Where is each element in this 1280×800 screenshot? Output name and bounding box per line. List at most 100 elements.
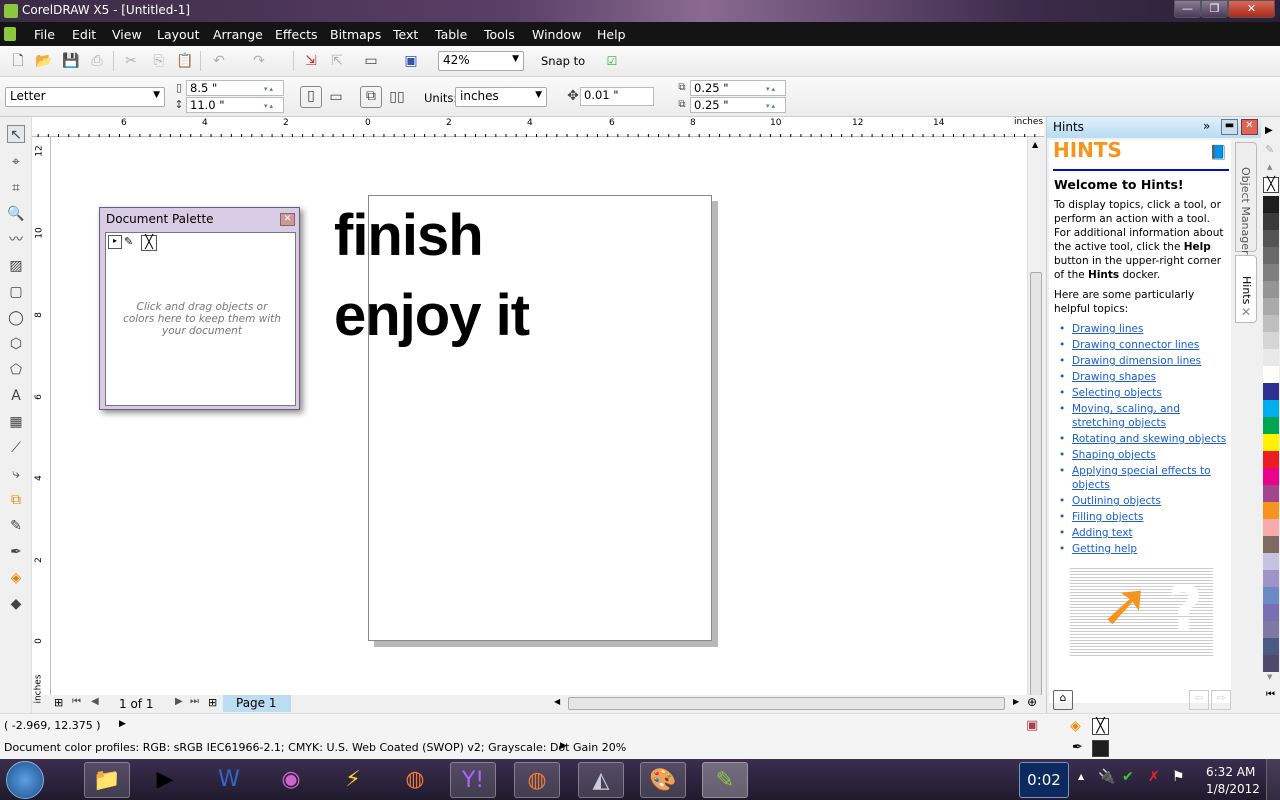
color-swatch[interactable] — [1263, 383, 1279, 400]
save-icon[interactable]: 💾 — [62, 52, 80, 70]
color-swatch[interactable] — [1263, 332, 1279, 349]
landscape-icon[interactable]: ▭ — [327, 88, 345, 106]
first-page-icon[interactable]: ⏮ — [72, 696, 81, 707]
rectangle-tool-icon[interactable]: ▢ — [7, 283, 25, 301]
portrait-icon[interactable]: ▯ — [300, 86, 322, 108]
units-combo[interactable]: inches ▼ — [455, 87, 547, 107]
color-swatch[interactable] — [1263, 230, 1279, 247]
text-object-finish[interactable]: finish — [334, 202, 484, 269]
vertical-scrollbar[interactable]: ▲ — [1027, 137, 1044, 697]
new-icon[interactable]: 🗋 — [9, 52, 27, 70]
next-page-icon[interactable]: ▶ — [175, 696, 183, 707]
hints-back-icon[interactable]: ⇦ — [1189, 690, 1209, 710]
blend-tool-icon[interactable]: ⧉ — [7, 491, 25, 509]
profiles-arrow[interactable]: ▶ — [560, 741, 567, 751]
docker-close-icon[interactable]: ✕ — [1241, 119, 1258, 135]
power-icon[interactable]: 🔌 — [1098, 769, 1115, 785]
fill-none-swatch[interactable]: ╳ — [1092, 718, 1109, 735]
help-book-icon[interactable]: 📘 — [1210, 146, 1227, 160]
clock-time[interactable]: 6:32 AM — [1206, 765, 1255, 779]
color-swatch[interactable] — [1263, 570, 1279, 587]
horizontal-ruler[interactable]: 6 4 2 0 2 4 6 8 10 12 14 inches — [32, 117, 1044, 137]
topic-link[interactable]: Filling objects — [1059, 510, 1229, 524]
color-swatch[interactable] — [1263, 519, 1279, 536]
topic-link[interactable]: Drawing shapes — [1059, 370, 1229, 384]
outline-color-swatch[interactable] — [1092, 740, 1109, 757]
text-tool-icon[interactable]: A — [7, 387, 25, 405]
document-palette-window[interactable]: Document Palette ✕ ▸ ✎ ╳ Click and drag … — [99, 207, 300, 410]
taskbar-app-window-icon[interactable]: ◭ — [578, 762, 624, 798]
tab-object-manager[interactable]: Object Manager — [1235, 142, 1257, 255]
print-icon[interactable]: ⎙ — [88, 52, 106, 70]
color-swatch[interactable] — [1263, 604, 1279, 621]
options-checklist-icon[interactable]: ☑ — [603, 52, 621, 70]
connector-tool-icon[interactable]: ⤷ — [7, 465, 25, 483]
menu-arrange[interactable]: Arrange — [213, 27, 263, 42]
taskbar-media-player-icon[interactable]: ▶ — [142, 762, 188, 798]
nudge-offset-field[interactable]: 0.01 " — [580, 87, 654, 106]
topic-link[interactable]: Drawing connector lines — [1059, 338, 1229, 352]
horizontal-scroll-thumb[interactable] — [568, 697, 1005, 710]
color-swatch[interactable] — [1263, 315, 1279, 332]
add-page-after-icon[interactable]: ⊞ — [208, 696, 217, 709]
taskbar-winamp-icon[interactable]: ⚡ — [330, 762, 376, 798]
menu-window[interactable]: Window — [532, 27, 581, 42]
menu-effects[interactable]: Effects — [275, 27, 318, 42]
app-menu-icon[interactable] — [4, 27, 16, 41]
fill-tool-icon[interactable]: ◈ — [7, 569, 25, 587]
topic-link[interactable]: Moving, scaling, and stretching objects — [1059, 402, 1229, 430]
export-icon[interactable]: ⇱ — [328, 52, 346, 70]
color-swatch[interactable] — [1263, 298, 1279, 315]
topic-link[interactable]: Drawing lines — [1059, 322, 1229, 336]
duplicate-y-field[interactable]: 0.25 " ▾▴ — [690, 97, 786, 113]
clock-date[interactable]: 1/8/2012 — [1206, 782, 1260, 796]
taskbar-word-icon[interactable]: W — [206, 762, 252, 798]
menu-text[interactable]: Text — [393, 27, 418, 42]
scroll-left-icon[interactable]: ◀ — [554, 697, 560, 706]
taskbar-explorer-icon[interactable]: 📁 — [84, 762, 130, 798]
freehand-tool-icon[interactable]: 〰 — [7, 231, 25, 249]
page-width-field[interactable]: 8.5 " ▾▴ — [186, 80, 284, 96]
basic-shapes-tool-icon[interactable]: ⬠ — [7, 361, 25, 379]
color-swatch[interactable] — [1263, 281, 1279, 298]
close-button[interactable]: ✕ — [1228, 0, 1275, 18]
menu-tools[interactable]: Tools — [484, 27, 515, 42]
color-swatch[interactable] — [1263, 536, 1279, 553]
palette-flyout-icon[interactable]: ▶ — [1265, 125, 1273, 136]
eyedropper-tool-icon[interactable]: ✎ — [7, 517, 25, 535]
menu-view[interactable]: View — [112, 27, 142, 42]
topic-link[interactable]: Rotating and skewing objects — [1059, 432, 1229, 446]
color-swatch[interactable] — [1263, 655, 1279, 672]
start-button[interactable] — [6, 761, 44, 799]
tab-close-icon[interactable]: ✕ — [1241, 305, 1251, 319]
color-profiles-text[interactable]: Document color profiles: RGB: sRGB IEC61… — [4, 741, 626, 754]
taskbar-yahoo-messenger-icon[interactable]: Y! — [450, 762, 496, 798]
show-desktop-button[interactable] — [1266, 759, 1280, 800]
taskbar-coreldraw-icon[interactable]: ✎ — [702, 762, 748, 798]
interactive-fill-tool-icon[interactable]: ◆ — [7, 595, 25, 613]
crop-tool-icon[interactable]: ⌗ — [7, 179, 25, 197]
hints-home-icon[interactable]: ⌂ — [1053, 690, 1073, 710]
page-tab[interactable]: Page 1 — [223, 695, 291, 712]
welcome-screen-icon[interactable]: ▣ — [402, 52, 420, 70]
topic-link[interactable]: Outlining objects — [1059, 494, 1229, 508]
no-color-swatch[interactable]: ╳ — [141, 235, 157, 251]
color-swatch[interactable] — [1263, 621, 1279, 638]
zoom-tool-icon[interactable]: 🔍 — [7, 205, 25, 223]
docker-minimize-icon[interactable]: ▬ — [1221, 119, 1238, 135]
zoom-navigator-icon[interactable]: ⊕ — [1027, 695, 1037, 709]
color-swatch[interactable] — [1263, 400, 1279, 417]
application-launcher-icon[interactable]: ▭ — [362, 52, 380, 70]
shape-tool-icon[interactable]: ⌖ — [7, 153, 25, 171]
palette-expand-icon[interactable]: ⏮ — [1266, 689, 1275, 700]
docker-expand-icon[interactable]: » — [1203, 119, 1210, 133]
scroll-right-icon[interactable]: ▶ — [1013, 697, 1019, 706]
dimension-tool-icon[interactable]: ⟋ — [7, 439, 25, 457]
show-hidden-icons[interactable]: ▲ — [1078, 772, 1084, 781]
eyedropper-icon[interactable]: ✎ — [124, 235, 138, 249]
topic-link[interactable]: Selecting objects — [1059, 386, 1229, 400]
cut-icon[interactable]: ✂ — [122, 52, 140, 70]
menu-layout[interactable]: Layout — [157, 27, 200, 42]
minimize-button[interactable]: — — [1174, 0, 1201, 18]
color-swatch[interactable] — [1263, 502, 1279, 519]
